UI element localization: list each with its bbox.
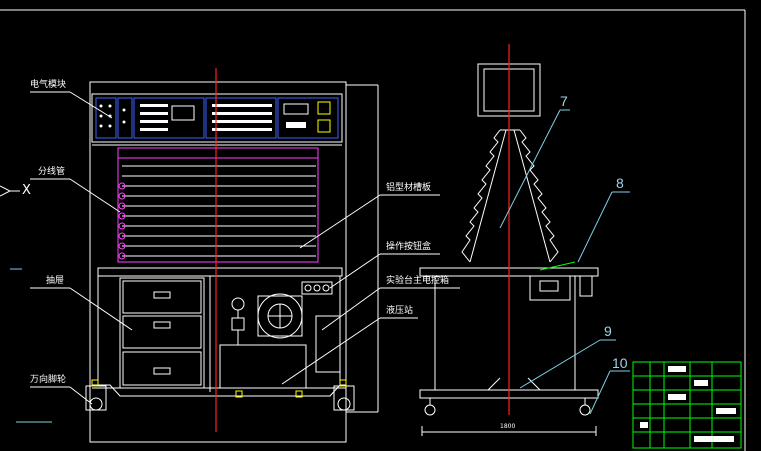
label-aluminum-panel: 铝型材槽板 (386, 183, 432, 193)
label-drawers: 抽屉 (46, 276, 65, 286)
part-number-7: 7 (560, 93, 568, 109)
dimension-text: 1800 (500, 423, 516, 430)
aluminum-slot-lines (122, 165, 316, 257)
diverter-tube-ports (118, 182, 126, 260)
section-marker (0, 185, 20, 197)
label-main-controller: 实验台主电控箱 (386, 276, 450, 286)
section-marker-x: X (22, 183, 31, 198)
label-hydraulic-station: 液压站 (386, 306, 414, 316)
part-number-9: 9 (604, 323, 612, 339)
cad-drawing-canvas: 电气模块 分线管 抽屉 万向脚轮 铝型材槽板 操作按钮盒 实验台主电控箱 液压站… (0, 0, 761, 451)
part-number-8: 8 (616, 175, 624, 191)
a-frame-stand (461, 129, 559, 263)
title-block (632, 361, 742, 449)
drawer-handles (153, 291, 171, 375)
label-caster-wheels: 万向脚轮 (30, 375, 67, 385)
label-electrical-module: 电气模块 (30, 80, 67, 90)
part-number-10: 10 (612, 355, 628, 371)
label-diverter-tube: 分线管 (38, 167, 66, 177)
label-operation-box: 操作按钮盒 (386, 242, 432, 252)
aluminum-slot-panel (117, 147, 319, 263)
cad-drawing (0, 9, 746, 451)
part-leader-lines (499, 109, 630, 415)
side-view-details (539, 261, 576, 271)
